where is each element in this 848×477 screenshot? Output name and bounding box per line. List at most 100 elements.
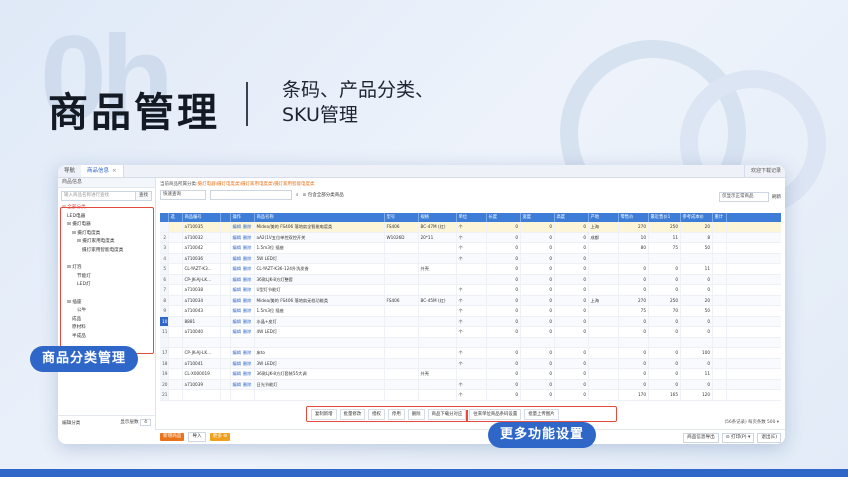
table-cell [713,358,727,368]
search-icon[interactable]: ⌕ [296,192,299,198]
column-header[interactable] [221,213,231,222]
column-header[interactable]: 最近售价1 [649,213,681,222]
delete-link[interactable]: 删除 [243,277,251,282]
table-row[interactable]: a710035 编辑 删除 Midea/美的 FS406 落地扇全智能电度类 FS406… [160,222,781,233]
delete-link[interactable]: 删除 [243,224,251,229]
table-row[interactable]: 17 CP-JK-AJ-LK... 编辑 删除 床to 个 0 0 0 0 0 100 [160,348,781,359]
popup-action-button[interactable]: 批量修改 [339,408,366,420]
column-header[interactable]: 重计 [713,213,727,222]
table-row[interactable]: 20 a710039 编辑 删除 日光节能灯个 0 0 0 0 0 0 [160,379,781,390]
table-row[interactable]: 19 CL-X000019 编辑 删除 36款LJK-8方灯套装55大调 外壳 0 0 0 0 0 1… [160,369,781,380]
edit-link[interactable]: 编辑 [233,266,241,271]
table-cell: 个 [457,390,487,400]
column-header[interactable]: 零售价 [619,213,649,222]
popup-action-button[interactable]: 批量上传图片 [524,408,559,420]
delete-link[interactable]: 删除 [243,287,251,292]
edit-link[interactable]: 编辑 [233,298,241,303]
edit-link[interactable]: 编辑 [233,277,241,282]
query-input[interactable] [210,190,292,200]
table-cell [419,327,457,337]
delete-link[interactable]: 删除 [243,235,251,240]
tree-depth-select[interactable]: 4 [140,419,151,426]
edit-link[interactable]: 编辑 [233,308,241,313]
table-row[interactable]: 5 CL-YAZT-K3... 编辑 删除 CL-YAZT-K36-124升洗发香 外壳 0… [160,264,781,275]
table-row[interactable] [160,337,781,348]
status-filter-select[interactable]: 仅显示正常商品 [719,192,769,202]
table-row[interactable]: 11 a710040 编辑 删除 4W LED灯个 0 0 0 0 0 0 [160,327,781,338]
popup-action-button[interactable]: 停用 [387,408,405,420]
tab-product-info[interactable]: 商品信息 × [81,165,124,177]
column-header[interactable]: 选 [169,213,183,222]
bottom-right-button[interactable]: ⊙ 打印(P) ▾ [721,433,755,443]
delete-link[interactable]: 删除 [243,329,251,334]
add-product-button[interactable]: 新增商品 [160,433,185,441]
table-cell: 270 [619,222,649,232]
edit-link[interactable]: 编辑 [233,256,241,261]
category-search-button[interactable]: 查找 [136,191,152,201]
table-cell: 个 [457,306,487,316]
refresh-button[interactable]: 刷新 [772,194,781,200]
edit-link[interactable]: 编辑 [233,224,241,229]
edit-link[interactable]: 编辑 [233,329,241,334]
column-header[interactable]: 商品名称 [255,213,385,222]
delete-link[interactable]: 删除 [243,256,251,261]
bottom-right-button[interactable]: 商品信息导出 [683,433,719,443]
popup-action-button[interactable]: 授权 [368,408,385,420]
table-row[interactable]: 18 a710041 编辑 删除 3W LED灯个 0 0 0 0 0 0 [160,358,781,369]
table-row[interactable]: 6 CP-JK-AJ-LK... 编辑 删除 36款LJK-8方灯整套 0 0 0 0 0 0 [160,274,781,285]
delete-link[interactable]: 删除 [243,319,251,324]
edit-category-button[interactable]: 编辑分类 [62,420,80,426]
column-header[interactable] [160,213,169,222]
close-icon[interactable]: × [112,168,117,174]
table-row[interactable]: 7 a710038 编辑 删除 U型灯节能灯个 0 0 0 0 0 0 [160,285,781,296]
column-header[interactable]: 型号 [385,213,419,222]
popup-action-button[interactable]: 往来单位商品条码设置 [469,408,522,420]
table-row[interactable]: 9 a710043 编辑 删除 1.5m3位 插座个 0 0 0 75 70 50 [160,306,781,317]
delete-link[interactable]: 删除 [243,382,251,387]
delete-link[interactable]: 删除 [243,361,251,366]
edit-link[interactable]: 编辑 [233,371,241,376]
table-row[interactable]: 3 a710042 编辑 删除 1.5m3位 插座个 0 0 0 80 75 50 [160,243,781,254]
popup-action-button[interactable]: 商品下载分对应 [427,408,467,420]
delete-link[interactable]: 删除 [243,298,251,303]
pagination-info[interactable]: (56条记录) 每页条数 500 ▾ [724,419,779,425]
include-all-radio[interactable]: ⊙ 包含全部分类商品 [303,192,344,198]
table-cell [169,306,183,316]
delete-link[interactable]: 删除 [243,308,251,313]
edit-link[interactable]: 编辑 [233,319,241,324]
column-header[interactable]: 长度 [487,213,521,222]
tab-navigation[interactable]: 导航 [58,165,81,177]
column-header[interactable]: 参考成本价 [681,213,713,222]
delete-link[interactable]: 删除 [243,266,251,271]
delete-link[interactable]: 删除 [243,245,251,250]
table-row[interactable]: 21 个 0 0 0 170 165 120 [160,390,781,401]
column-header[interactable]: 规格 [419,213,457,222]
popup-action-button[interactable]: 复制新增 [311,408,337,420]
category-search-input[interactable]: 输入商品名称进行查找 [61,191,136,201]
edit-link[interactable]: 编辑 [233,361,241,366]
column-header[interactable]: 产地 [589,213,619,222]
column-header[interactable]: 商品编号 [183,213,221,222]
table-row[interactable]: 4 a710036 编辑 删除 5W LED灯个 0 0 0 [160,253,781,264]
column-header[interactable]: 单位 [457,213,487,222]
quick-query-select[interactable]: 快速查询 [160,190,206,200]
delete-link[interactable]: 删除 [243,350,251,355]
table-row[interactable]: 2 a710032 编辑 删除 aA2(1V五位单控双控开关 W1026D 20*11 个 0 0… [160,232,781,243]
edit-link[interactable]: 编辑 [233,350,241,355]
column-header[interactable]: 宽度 [521,213,555,222]
bottom-right-button[interactable]: 退出(E) [757,433,781,443]
edit-link[interactable]: 编辑 [233,235,241,240]
edit-link[interactable]: 编辑 [233,382,241,387]
user-menu[interactable]: 欢迎下载记录 [743,165,781,177]
table-row[interactable]: 8 a710034 编辑 删除 Midea/美的 FS406 落地扇无档功能类 FS406… [160,295,781,306]
delete-link[interactable]: 删除 [243,371,251,376]
column-header[interactable]: 操作 [231,213,255,222]
edit-link[interactable]: 编辑 [233,287,241,292]
popup-action-button[interactable]: 删除 [407,408,425,420]
table-row[interactable]: 10 8881 编辑 删除 水晶+皮灯个 0 0 0 0 0 0 [160,316,781,327]
import-button[interactable]: 导入 [188,432,206,442]
more-button[interactable]: 更多 ⚙ [209,433,231,441]
table-cell: CP-JK-AJ-LK... [183,348,221,358]
edit-link[interactable]: 编辑 [233,245,241,250]
column-header[interactable]: 高度 [555,213,589,222]
